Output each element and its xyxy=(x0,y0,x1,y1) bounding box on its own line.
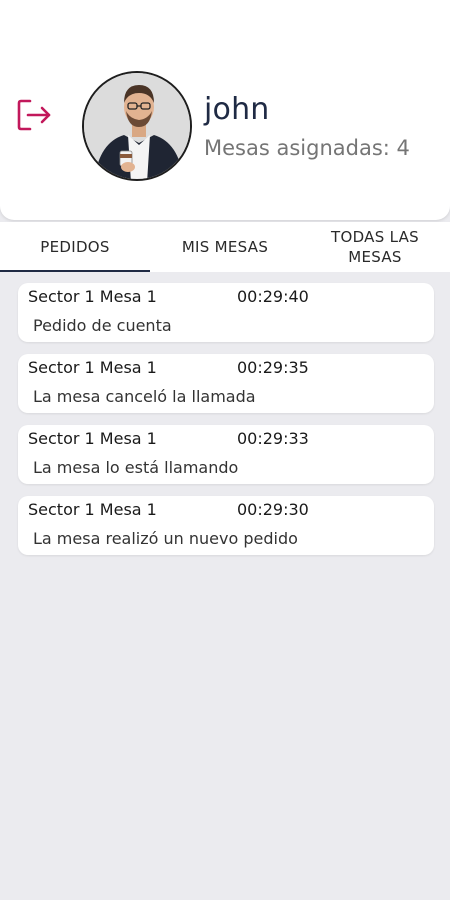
tab-todas-las-mesas[interactable]: TODAS LAS MESAS xyxy=(300,222,450,272)
logout-button[interactable] xyxy=(14,96,54,134)
notification-time: 00:29:33 xyxy=(237,429,309,448)
notification-time: 00:29:35 xyxy=(237,358,309,377)
notification-message: La mesa canceló la llamada xyxy=(33,387,256,406)
notification-message: La mesa lo está llamando xyxy=(33,458,239,477)
list-item[interactable]: Sector 1 Mesa 1 00:29:33 La mesa lo está… xyxy=(18,425,434,484)
table-location: Sector 1 Mesa 1 xyxy=(28,287,157,306)
list-item[interactable]: Sector 1 Mesa 1 00:29:30 La mesa realizó… xyxy=(18,496,434,555)
assigned-tables-count: Mesas asignadas: 4 xyxy=(204,136,410,160)
table-location: Sector 1 Mesa 1 xyxy=(28,429,157,448)
user-name: john xyxy=(204,92,270,127)
notification-message: Pedido de cuenta xyxy=(33,316,172,335)
avatar xyxy=(82,71,192,181)
user-photo xyxy=(84,73,190,179)
waiter-home-screen: john Mesas asignadas: 4 PEDIDOS MIS MESA… xyxy=(0,0,450,900)
notification-time: 00:29:40 xyxy=(237,287,309,306)
list-item[interactable]: Sector 1 Mesa 1 00:29:35 La mesa canceló… xyxy=(18,354,434,413)
table-location: Sector 1 Mesa 1 xyxy=(28,500,157,519)
tab-pedidos[interactable]: PEDIDOS xyxy=(0,222,150,272)
list-item[interactable]: Sector 1 Mesa 1 00:29:40 Pedido de cuent… xyxy=(18,283,434,342)
tab-bar: PEDIDOS MIS MESAS TODAS LAS MESAS xyxy=(0,222,450,272)
notification-message: La mesa realizó un nuevo pedido xyxy=(33,529,298,548)
notification-time: 00:29:30 xyxy=(237,500,309,519)
table-location: Sector 1 Mesa 1 xyxy=(28,358,157,377)
profile-header: john Mesas asignadas: 4 xyxy=(0,0,450,220)
tab-mis-mesas[interactable]: MIS MESAS xyxy=(150,222,300,272)
notification-list: Sector 1 Mesa 1 00:29:40 Pedido de cuent… xyxy=(18,283,434,567)
logout-icon xyxy=(17,99,51,131)
